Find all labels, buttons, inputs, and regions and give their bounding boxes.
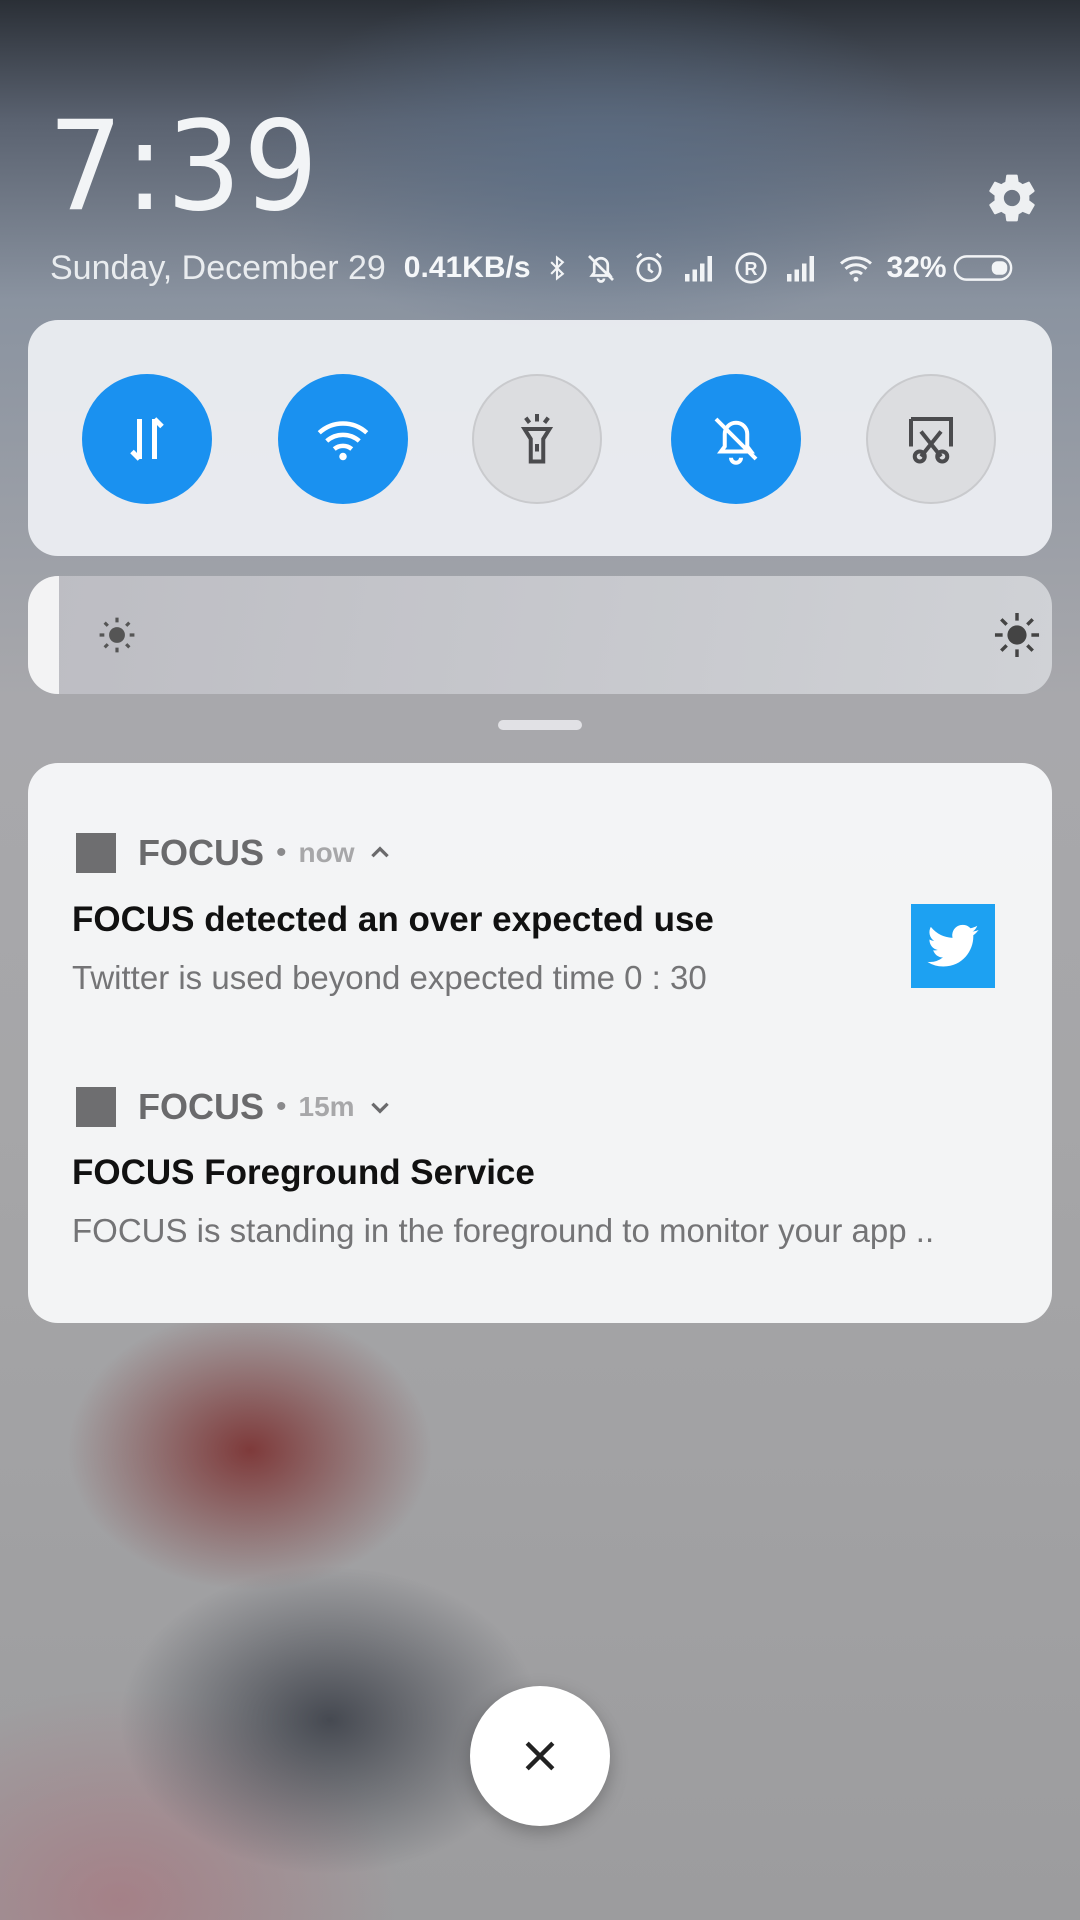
notification-header: FOCUS • 15m (76, 1085, 393, 1129)
chevron-up-icon[interactable] (367, 840, 393, 866)
app-name: FOCUS (138, 832, 264, 873)
network-speed: 0.41KB/s (403, 251, 531, 284)
roaming-icon: R (734, 252, 767, 284)
toggle-wifi[interactable] (278, 374, 408, 504)
drag-handle[interactable] (498, 720, 582, 730)
clock[interactable]: 7:39 (48, 105, 320, 229)
brightness-slider[interactable] (28, 576, 1052, 694)
notification-time: 15m (298, 1091, 355, 1122)
notification-thumbnail (911, 904, 995, 988)
app-icon (76, 833, 116, 873)
brightness-high-icon (994, 612, 1040, 658)
battery-percent: 32% (886, 251, 947, 284)
clear-all-button[interactable] (470, 1686, 610, 1826)
date: Sunday, December 29 (50, 248, 386, 287)
close-icon (525, 1741, 555, 1771)
battery-icon (953, 255, 1012, 281)
chevron-down-icon[interactable] (367, 1094, 393, 1120)
notification-item[interactable]: FOCUS • 15m FOCUS Foreground Service FOC… (28, 1018, 1052, 1308)
separator-dot: • (276, 836, 287, 869)
notification-title: FOCUS detected an over expected use (72, 900, 714, 939)
svg-text:R: R (744, 259, 757, 279)
signal-icon (684, 256, 712, 282)
bell-off-icon (714, 417, 758, 465)
toggle-silent[interactable] (671, 374, 801, 504)
wifi-icon (839, 256, 872, 282)
notification-item[interactable]: FOCUS • now FOCUS detected an over expec… (28, 763, 1052, 1013)
app-name: FOCUS (138, 1086, 264, 1127)
data-transfer-icon (130, 417, 164, 461)
brightness-level (28, 576, 59, 694)
toggle-mobile-data[interactable] (82, 374, 212, 504)
quick-settings-panel (28, 320, 1052, 556)
notification-shade: 7:39 Sunday, December 29 0.41KB/s R 32% … (0, 0, 1080, 1920)
notification-body: FOCUS is standing in the foreground to m… (72, 1212, 935, 1249)
gear-icon[interactable] (984, 170, 1040, 226)
separator-dot: • (276, 1090, 287, 1123)
notification-title: FOCUS Foreground Service (72, 1153, 535, 1192)
screenshot-scissors-icon (909, 417, 953, 464)
toggle-screenshot[interactable] (866, 374, 996, 504)
brightness-low-icon (99, 617, 135, 653)
twitter-bird-icon (927, 924, 979, 967)
alarm-icon (635, 252, 662, 283)
app-icon (76, 1087, 116, 1127)
toggle-flashlight[interactable] (472, 374, 602, 504)
bluetooth-icon (549, 255, 564, 281)
signal-icon (786, 256, 814, 282)
silent-icon (587, 255, 614, 283)
notification-card: FOCUS • now FOCUS detected an over expec… (28, 763, 1052, 1323)
wifi-icon (317, 421, 369, 461)
status-row: Sunday, December 29 0.41KB/s R 32% (50, 246, 1040, 290)
notification-header: FOCUS • now (76, 831, 393, 875)
notification-time: now (298, 837, 355, 868)
notification-body: Twitter is used beyond expected time 0 :… (72, 959, 707, 996)
flashlight-icon (520, 414, 554, 464)
